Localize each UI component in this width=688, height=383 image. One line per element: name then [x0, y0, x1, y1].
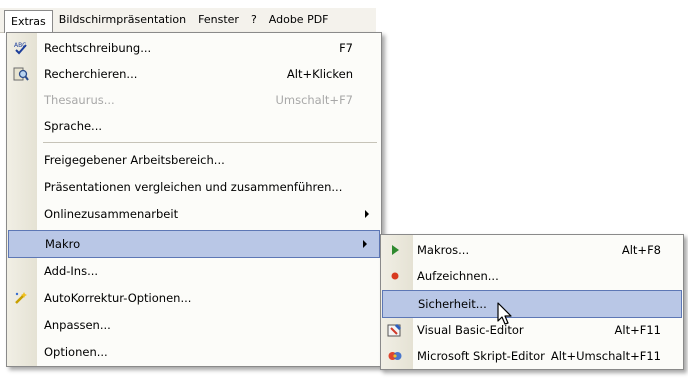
extras-dropdown-menu: ABC Rechtschreibung... F7 Recherchieren.…: [6, 32, 382, 367]
menu-item-onlinezusammenarbeit[interactable]: Onlinezusammenarbeit: [7, 201, 381, 227]
menu-item-autokorrektur-optionen[interactable]: AutoKorrektur-Optionen...: [7, 285, 381, 311]
menu-item-add-ins[interactable]: Add-Ins...: [7, 258, 381, 284]
menu-item-recherchieren[interactable]: Recherchieren... Alt+Klicken: [7, 61, 381, 87]
menu-item-label: Sprache...: [44, 119, 103, 133]
vb-editor-icon: [387, 322, 403, 338]
menu-fenster[interactable]: Fenster: [192, 9, 245, 31]
menu-item-freigegebener-arbeitsbereich[interactable]: Freigegebener Arbeitsbereich...: [7, 147, 381, 173]
menu-item-rechtschreibung[interactable]: ABC Rechtschreibung... F7: [7, 35, 381, 61]
menu-item-label: Anpassen...: [44, 318, 111, 332]
record-icon: [387, 268, 403, 284]
menu-item-label: Microsoft Skript-Editor: [417, 349, 545, 363]
menu-item-label: Add-Ins...: [44, 264, 99, 278]
menu-item-label: Präsentationen vergleichen und zusammenf…: [44, 180, 343, 194]
menu-item-label: Rechtschreibung...: [44, 41, 152, 55]
menu-item-shortcut: Alt+F8: [621, 243, 661, 257]
submenu-arrow-icon: [363, 240, 367, 248]
menu-item-thesaurus[interactable]: Thesaurus... Umschalt+F7: [7, 87, 381, 113]
autocorrect-icon: [13, 290, 29, 306]
submenu-item-makros[interactable]: Makros... Alt+F8: [381, 237, 683, 263]
menu-item-praesentationen-vergleichen[interactable]: Präsentationen vergleichen und zusammenf…: [7, 174, 381, 200]
play-icon: [387, 242, 403, 258]
menu-item-label: Makro: [45, 237, 81, 251]
menu-extras[interactable]: Extras: [4, 9, 53, 33]
spellcheck-icon: ABC: [13, 40, 29, 56]
menu-item-label: Freigegebener Arbeitsbereich...: [44, 153, 225, 167]
menu-separator: [43, 142, 377, 143]
menu-item-label: Thesaurus...: [44, 93, 115, 107]
menu-item-shortcut: Alt+Klicken: [286, 67, 353, 81]
submenu-item-aufzeichnen[interactable]: Aufzeichnen...: [381, 263, 683, 289]
menu-item-sprache[interactable]: Sprache...: [7, 113, 381, 139]
submenu-item-skript-editor[interactable]: Microsoft Skript-Editor Alt+Umschalt+F11: [381, 343, 683, 369]
menu-bildschirmpraesentation[interactable]: Bildschirmpräsentation: [53, 9, 192, 31]
menu-item-optionen[interactable]: Optionen...: [7, 339, 381, 365]
menu-item-label: Makros...: [417, 243, 470, 257]
menu-item-anpassen[interactable]: Anpassen...: [7, 312, 381, 338]
menu-adobe-pdf[interactable]: Adobe PDF: [263, 9, 335, 31]
menu-item-shortcut: Alt+F11: [614, 323, 661, 337]
mouse-pointer-icon: [497, 302, 515, 328]
menu-item-label: AutoKorrektur-Optionen...: [44, 291, 192, 305]
menu-item-label: Optionen...: [44, 345, 108, 359]
menu-item-shortcut: Alt+Umschalt+F11: [550, 349, 661, 363]
menu-help[interactable]: ?: [245, 9, 263, 31]
menu-item-shortcut: Umschalt+F7: [275, 93, 353, 107]
menu-item-label: Aufzeichnen...: [417, 269, 499, 283]
menu-item-label: Recherchieren...: [44, 67, 138, 81]
menu-item-shortcut: F7: [339, 41, 353, 55]
menu-bar: Extras Bildschirmpräsentation Fenster ? …: [0, 8, 376, 33]
menu-item-label: Sicherheit...: [418, 297, 487, 311]
menu-item-makro[interactable]: Makro: [8, 230, 380, 258]
submenu-arrow-icon: [365, 210, 369, 218]
submenu-item-visual-basic-editor[interactable]: Visual Basic-Editor Alt+F11: [381, 317, 683, 343]
submenu-item-sicherheit[interactable]: Sicherheit...: [382, 290, 682, 318]
menu-item-label: Onlinezusammenarbeit: [44, 207, 179, 221]
research-icon: [13, 66, 29, 82]
makro-submenu: Makros... Alt+F8 Aufzeichnen... Sicherhe…: [380, 234, 684, 370]
script-editor-icon: [387, 348, 403, 364]
